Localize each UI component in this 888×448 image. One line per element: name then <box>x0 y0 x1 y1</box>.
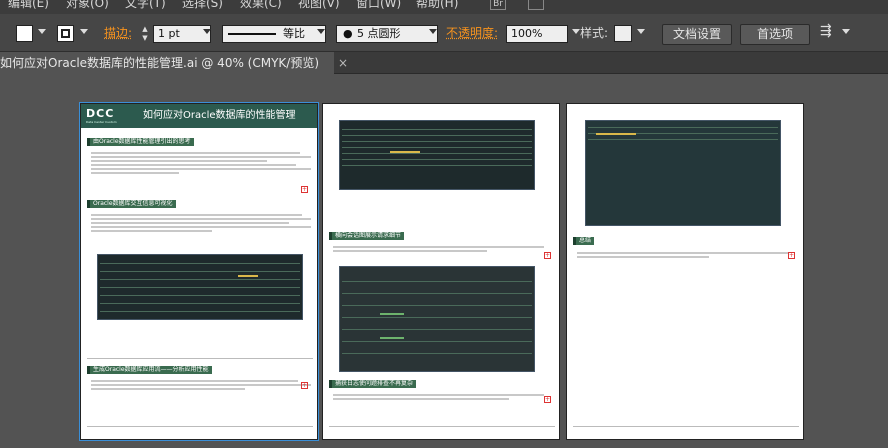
chevron-down-icon[interactable] <box>317 29 325 34</box>
document-tab[interactable]: 如何应对Oracle数据库的性能管理.ai @ 40% (CMYK/预览) <box>0 52 334 74</box>
menu-view[interactable]: 视图(V) <box>298 0 340 9</box>
menu-edit[interactable]: 编辑(E) <box>8 0 49 9</box>
body-text <box>333 392 553 406</box>
overflow-icon[interactable]: + <box>301 186 308 193</box>
overflow-icon[interactable]: + <box>301 382 308 389</box>
screenshot-image <box>585 120 781 226</box>
stroke-stepper-icon[interactable]: ▲ ▼ <box>140 25 150 43</box>
chevron-down-icon[interactable] <box>572 29 580 34</box>
body-text <box>333 244 553 258</box>
graphic-style-swatch[interactable] <box>614 25 632 42</box>
fill-swatch[interactable] <box>16 25 33 42</box>
screenshot-image <box>339 266 535 372</box>
page-header: DCC Data Center Custom 如何应对Oracle数据库的性能管… <box>81 104 317 128</box>
arrange-documents-icon[interactable] <box>528 0 544 10</box>
menu-select[interactable]: 选择(S) <box>182 0 223 9</box>
overflow-icon[interactable]: + <box>544 396 551 403</box>
chevron-down-icon[interactable] <box>429 29 437 34</box>
section-heading: 生成Oracle数据库应用流——分析应用性能 <box>87 366 212 374</box>
style-label: 样式: <box>580 26 609 40</box>
artboard-3[interactable]: 总结 + <box>566 103 804 440</box>
preferences-button[interactable]: 首选项 <box>740 24 810 45</box>
body-text <box>577 250 797 264</box>
variable-width-profile[interactable]: 等比 <box>222 25 326 43</box>
section-heading: 横向会话图展示请求细节 <box>329 232 405 240</box>
chevron-down-icon[interactable] <box>203 29 211 34</box>
stroke-line-icon <box>228 33 276 35</box>
body-text <box>91 212 311 242</box>
menu-help[interactable]: 帮助(H) <box>416 0 458 9</box>
menu-type[interactable]: 文字(T) <box>125 0 166 9</box>
brush-dot-icon: ● <box>343 27 353 40</box>
divider <box>87 358 313 359</box>
arrange-icon[interactable]: ⇶ <box>820 24 832 38</box>
menu-effect[interactable]: 效果(C) <box>240 0 282 9</box>
section-heading: 总结 <box>573 237 595 245</box>
logo: DCC <box>86 107 115 120</box>
section-heading: 捕获日志使问题排查不再复杂 <box>329 380 417 388</box>
body-text <box>91 378 311 400</box>
chevron-down-icon[interactable] <box>80 29 88 34</box>
menu-window[interactable]: 窗口(W) <box>356 0 401 9</box>
stroke-weight-field[interactable]: 1 pt <box>153 25 211 43</box>
overflow-icon[interactable]: + <box>788 252 795 259</box>
screenshot-image <box>339 120 535 190</box>
illustrator-window: 编辑(E) 对象(O) 文字(T) 选择(S) 效果(C) 视图(V) 窗口(W… <box>0 0 888 448</box>
chevron-down-icon[interactable] <box>38 29 46 34</box>
control-bar: 描边: ▲ ▼ 1 pt 等比 ● 5 点圆形 不透明度: 100% 样式: 文档… <box>0 14 888 52</box>
brush-label: 5 点圆形 <box>357 27 401 40</box>
body-text <box>91 150 311 186</box>
screenshot-image <box>97 254 303 320</box>
footer-rule <box>329 426 555 427</box>
artboard-2[interactable]: 横向会话图展示请求细节 + 捕获日志使问题排查不再复杂 + <box>322 103 560 440</box>
stroke-label[interactable]: 描边: <box>104 26 132 40</box>
footer-rule <box>573 426 799 427</box>
page-title: 如何应对Oracle数据库的性能管理 <box>143 110 296 121</box>
logo-subtitle: Data Center Custom <box>86 120 117 124</box>
document-tab-bar: 如何应对Oracle数据库的性能管理.ai @ 40% (CMYK/预览) × <box>0 52 888 74</box>
opacity-label[interactable]: 不透明度: <box>446 26 498 40</box>
chevron-down-icon[interactable] <box>842 29 850 34</box>
artboard-1[interactable]: DCC Data Center Custom 如何应对Oracle数据库的性能管… <box>79 102 319 441</box>
stroke-profile-label: 等比 <box>283 27 305 40</box>
stroke-swatch[interactable] <box>57 25 74 42</box>
chevron-down-icon[interactable] <box>637 29 645 34</box>
section-heading: 由Oracle数据库性能管理引出的思考 <box>87 138 194 146</box>
menu-object[interactable]: 对象(O) <box>66 0 109 9</box>
footer-rule <box>87 426 313 427</box>
document-setup-button[interactable]: 文档设置 <box>662 24 732 45</box>
overflow-icon[interactable]: + <box>544 252 551 259</box>
close-icon[interactable]: × <box>338 57 350 69</box>
stroke-square-icon <box>61 29 70 38</box>
bridge-button[interactable]: Br <box>490 0 506 10</box>
menu-bar: 编辑(E) 对象(O) 文字(T) 选择(S) 效果(C) 视图(V) 窗口(W… <box>0 0 888 14</box>
brush-definition[interactable]: ● 5 点圆形 <box>336 25 438 43</box>
opacity-field[interactable]: 100% <box>506 25 568 43</box>
section-heading: Oracle数据库交互信息可视化 <box>87 200 176 208</box>
